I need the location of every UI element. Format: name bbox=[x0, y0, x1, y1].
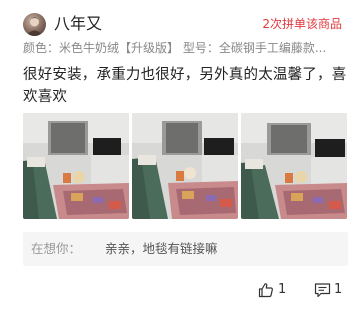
review-photo[interactable] bbox=[23, 113, 129, 219]
comment-icon bbox=[314, 283, 331, 298]
thumbs-up-icon bbox=[258, 283, 273, 298]
review-card: 八年又 2次拼单该商品 颜色：米色牛奶绒【升级版】 型号：全碳钢手工编藤款...… bbox=[0, 0, 360, 312]
comment-button[interactable]: 1 bbox=[314, 280, 346, 300]
product-spec: 颜色：米色牛奶绒【升级版】 型号：全碳钢手工编藤款... bbox=[23, 41, 327, 55]
review-photo[interactable] bbox=[241, 113, 347, 219]
reply-username[interactable]: 在想你： bbox=[31, 241, 81, 257]
like-button[interactable]: 1 bbox=[258, 280, 288, 300]
reply-text: 亲亲，地毯有链接嘛 bbox=[105, 241, 218, 256]
like-count: 1 bbox=[278, 282, 287, 297]
review-photos bbox=[23, 113, 348, 219]
review-photo[interactable] bbox=[132, 113, 238, 219]
review-text: 很好安装，承重力也很好，另外真的太温馨了，喜欢喜欢 bbox=[23, 67, 347, 105]
purchase-count-badge: 2次拼单该商品 bbox=[262, 17, 342, 31]
username[interactable]: 八年又 bbox=[54, 14, 102, 34]
comment-count: 1 bbox=[334, 282, 343, 297]
reply-box[interactable]: 在想你： 亲亲，地毯有链接嘛 bbox=[23, 232, 348, 266]
review-header: 八年又 2次拼单该商品 bbox=[23, 12, 346, 38]
avatar[interactable] bbox=[23, 13, 46, 36]
